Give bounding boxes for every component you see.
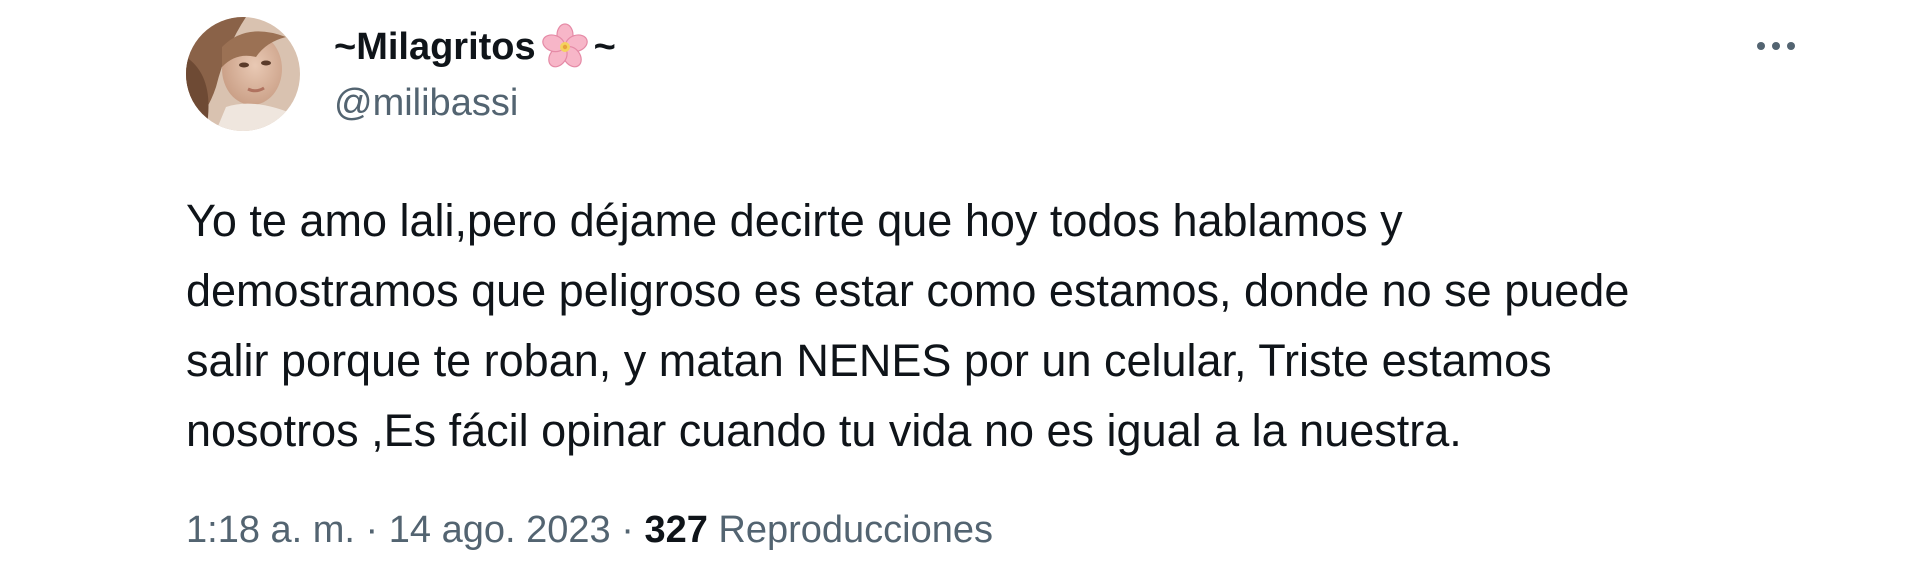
display-name-suffix: ~ bbox=[593, 26, 616, 68]
views-link[interactable]: 327 Reproducciones bbox=[644, 509, 993, 551]
tweet-time: 1:18 a. m. bbox=[186, 509, 355, 551]
more-options-button[interactable] bbox=[1748, 26, 1804, 66]
tweet-card: ~Milagritos ~ @milibassi Yo te amo lali,… bbox=[0, 0, 1920, 585]
meta-separator: · bbox=[354, 509, 389, 551]
display-name-text: ~Milagritos bbox=[334, 26, 536, 68]
views-count: 327 bbox=[644, 509, 708, 551]
more-options-icon bbox=[1757, 42, 1795, 50]
cherry-blossom-icon bbox=[540, 22, 590, 72]
tweet-text-line: Yo te amo lali,pero déjame decirte que h… bbox=[186, 195, 1403, 246]
views-label: Reproducciones bbox=[707, 509, 994, 551]
avatar[interactable] bbox=[186, 17, 300, 131]
author-handle[interactable]: @milibassi bbox=[334, 80, 518, 126]
tweet-text-line: demostramos que peligroso es estar como … bbox=[186, 265, 1630, 316]
tweet-text: Yo te amo lali,pero déjame decirte que h… bbox=[186, 186, 1886, 466]
tweet-timestamp-link[interactable]: 1:18 a. m. · 14 ago. 2023 bbox=[186, 509, 611, 551]
tweet-date: 14 ago. 2023 bbox=[388, 509, 611, 551]
author-display-name[interactable]: ~Milagritos ~ bbox=[334, 22, 616, 72]
tweet-text-line: salir porque te roban, y matan NENES por… bbox=[186, 335, 1552, 386]
tweet-text-line: nosotros ,Es fácil opinar cuando tu vida… bbox=[186, 405, 1462, 456]
tweet-meta: 1:18 a. m. · 14 ago. 2023 · 327 Reproduc… bbox=[186, 505, 993, 555]
meta-separator: · bbox=[610, 509, 645, 551]
